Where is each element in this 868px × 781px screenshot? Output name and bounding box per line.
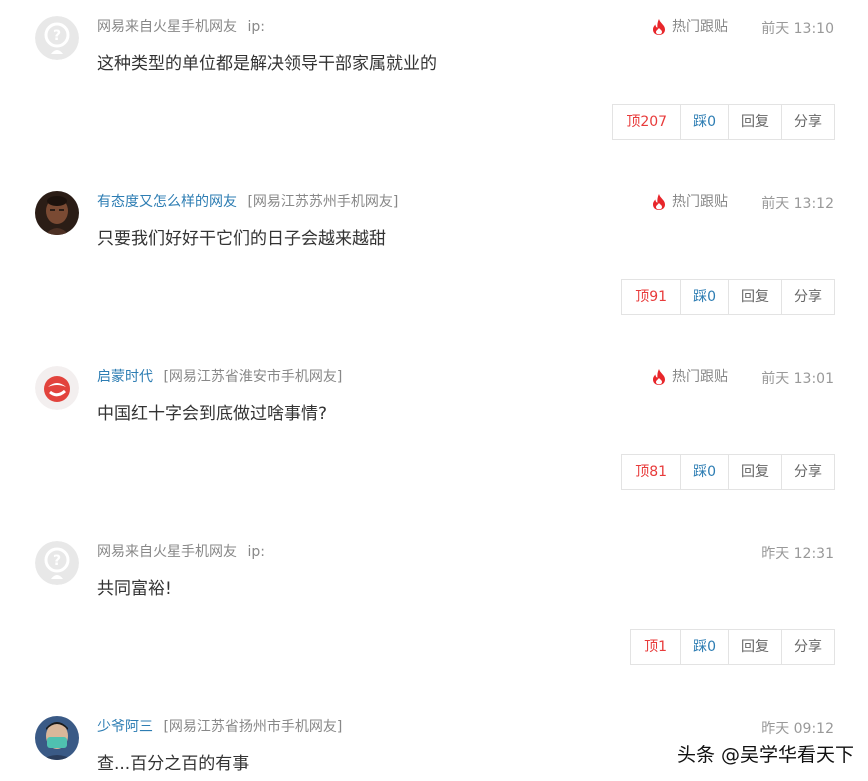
comment-time: 昨天 09:12 [761,721,834,737]
hot-badge: 热门跟贴 [652,192,728,212]
username: 网易来自火星手机网友 [97,19,237,35]
downvote-button[interactable]: 踩0 [680,455,728,489]
comment-time: 前天 13:01 [761,371,834,387]
comment-item: 启蒙时代 [网易江苏省淮安市手机网友] 热门跟贴 前天 13:01 中国红十字会… [0,350,868,525]
user-location: [网易江苏省淮安市手机网友] [163,369,343,385]
user-ip: ip: [247,19,265,35]
user-ip: ip: [247,544,265,560]
username-link[interactable]: 有态度又怎么样的网友 [97,194,237,210]
comment-content: 这种类型的单位都是解决领导干部家属就业的 [97,54,437,74]
comment-item: ? 网易来自火星手机网友 ip: 昨天 12:31 共同富裕! 顶1 踩0 回复… [0,525,868,700]
share-button[interactable]: 分享 [781,280,834,314]
downvote-button[interactable]: 踩0 [680,280,728,314]
comment-content: 只要我们好好干它们的日子会越来越甜 [97,229,386,249]
watermark: 头条 @吴学华看天下 [676,744,854,766]
user-line: 启蒙时代 [网易江苏省淮安市手机网友] [97,367,342,387]
username: 网易来自火星手机网友 [97,544,237,560]
username-link[interactable]: 启蒙时代 [97,369,153,385]
user-line: 网易来自火星手机网友 ip: [97,542,265,562]
user-line: 有态度又怎么样的网友 [网易江苏苏州手机网友] [97,192,398,212]
hot-label: 热门跟贴 [672,19,728,35]
comment-time: 前天 13:10 [761,21,834,37]
upvote-button[interactable]: 顶91 [622,280,680,314]
user-photo-avatar[interactable] [35,191,79,235]
reply-button[interactable]: 回复 [728,455,781,489]
user-line: 网易来自火星手机网友 ip: [97,17,265,37]
hot-badge: 热门跟贴 [652,17,728,37]
share-button[interactable]: 分享 [781,105,834,139]
hot-label: 热门跟贴 [672,194,728,210]
upvote-button[interactable]: 顶207 [613,105,680,139]
downvote-button[interactable]: 踩0 [680,105,728,139]
comment-item: 有态度又怎么样的网友 [网易江苏苏州手机网友] 热门跟贴 前天 13:12 只要… [0,175,868,350]
comment-actions: 顶1 踩0 回复 分享 [630,629,835,665]
comment-content: 查...百分之百的有事 [97,754,250,774]
reply-button[interactable]: 回复 [728,105,781,139]
user-location: [网易江苏省扬州市手机网友] [163,719,343,735]
fire-icon [653,194,665,210]
anonymous-avatar-icon[interactable]: ? [35,16,79,60]
user-line: 少爷阿三 [网易江苏省扬州市手机网友] [97,717,342,737]
comment-actions: 顶91 踩0 回复 分享 [621,279,835,315]
share-button[interactable]: 分享 [781,630,834,664]
comment-actions: 顶207 踩0 回复 分享 [612,104,835,140]
svg-text:?: ? [53,553,61,569]
upvote-button[interactable]: 顶1 [631,630,680,664]
comment-content: 共同富裕! [97,579,172,599]
share-button[interactable]: 分享 [781,455,834,489]
reply-button[interactable]: 回复 [728,280,781,314]
comment-content: 中国红十字会到底做过啥事情? [97,404,328,424]
svg-text:?: ? [53,28,61,44]
upvote-button[interactable]: 顶81 [622,455,680,489]
hot-label: 热门跟贴 [672,369,728,385]
comment-item: ? 网易来自火星手机网友 ip: 热门跟贴 前天 13:10 这种类型的单位都是… [0,0,868,175]
anonymous-avatar-icon[interactable]: ? [35,541,79,585]
fire-icon [653,369,665,385]
username-link[interactable]: 少爷阿三 [97,719,153,735]
comment-time: 昨天 12:31 [761,546,834,562]
comment-actions: 顶81 踩0 回复 分享 [621,454,835,490]
comment-time: 前天 13:12 [761,196,834,212]
hot-badge: 热门跟贴 [652,367,728,387]
downvote-button[interactable]: 踩0 [680,630,728,664]
masked-user-avatar[interactable] [35,716,79,760]
user-location: [网易江苏苏州手机网友] [247,194,399,210]
fire-icon [653,19,665,35]
red-logo-avatar[interactable] [35,366,79,410]
reply-button[interactable]: 回复 [728,630,781,664]
